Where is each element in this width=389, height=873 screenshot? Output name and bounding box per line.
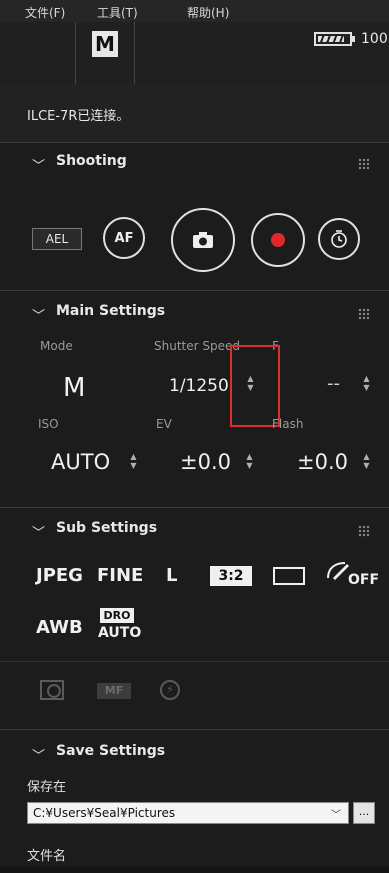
flash-off-text: OFF xyxy=(348,572,380,588)
save-settings-header[interactable]: ﹀ Save Settings xyxy=(0,738,389,774)
main-settings-header[interactable]: ﹀ Main Settings xyxy=(0,298,389,334)
flash-comp-value[interactable]: ±0.0 xyxy=(297,450,348,474)
section-title: Sub Settings xyxy=(56,520,158,536)
shooting-section-header[interactable]: ﹀ Shooting xyxy=(0,148,389,184)
ev-label: EV xyxy=(156,417,172,431)
flash-spin-arrows-icon[interactable]: ▲ ▼ xyxy=(362,452,371,470)
connection-status: ILCE-7R已连接。 xyxy=(27,109,130,124)
section-divider xyxy=(0,507,389,508)
drag-handle-icon[interactable] xyxy=(358,308,370,320)
bottom-edge xyxy=(0,866,389,873)
record-icon xyxy=(271,233,285,247)
menu-tools[interactable]: 工具(T) xyxy=(97,4,138,21)
chevron-down-icon: ﹀ xyxy=(32,749,46,764)
save-location-label: 保存在 xyxy=(27,780,67,795)
aspect-ratio-setting[interactable]: 3:2 xyxy=(210,566,252,586)
drag-handle-icon[interactable] xyxy=(358,158,370,170)
manual-focus-icon: MF xyxy=(97,683,131,699)
sub-settings-header[interactable]: ﹀ Sub Settings xyxy=(0,515,389,551)
record-button[interactable] xyxy=(251,213,305,267)
battery-icon xyxy=(314,32,355,46)
menu-file[interactable]: 文件(F) xyxy=(25,4,65,21)
section-title: Main Settings xyxy=(56,303,166,319)
file-format-setting[interactable]: JPEG xyxy=(36,565,83,586)
chevron-down-icon: ﹀ xyxy=(32,159,46,174)
image-size-setting[interactable]: L xyxy=(166,565,177,586)
menu-bar: 文件(F) 工具(T) 帮助(H) xyxy=(0,0,389,22)
metering-icon xyxy=(40,680,64,700)
shutter-button[interactable] xyxy=(171,208,235,272)
chevron-down-icon: ﹀ xyxy=(32,309,46,324)
chevron-down-icon[interactable]: ﹀ xyxy=(331,806,341,821)
af-button[interactable]: AF xyxy=(103,217,145,259)
drag-handle-icon[interactable] xyxy=(358,525,370,537)
section-divider xyxy=(0,729,389,730)
dro-setting[interactable]: DRO AUTO xyxy=(98,608,142,644)
filename-label: 文件名 xyxy=(27,849,67,864)
section-title: Shooting xyxy=(56,153,127,169)
image-quality-setting[interactable]: FINE xyxy=(97,565,143,586)
iso-value[interactable]: AUTO xyxy=(51,450,110,474)
mode-label: Mode xyxy=(40,339,73,353)
drive-frame-icon[interactable] xyxy=(273,567,305,585)
ael-button[interactable]: AEL xyxy=(32,228,82,250)
flash-label: Flash xyxy=(272,417,304,431)
menu-help[interactable]: 帮助(H) xyxy=(187,4,229,21)
iso-label: ISO xyxy=(38,417,59,431)
row-divider xyxy=(0,661,389,662)
mode-value[interactable]: M xyxy=(63,373,85,403)
flash-mode-icon: ⚡ xyxy=(160,680,180,700)
section-title: Save Settings xyxy=(56,743,166,759)
f-number-value[interactable]: -- xyxy=(327,373,340,394)
ev-spin-arrows-icon[interactable]: ▲ ▼ xyxy=(245,452,254,470)
dro-mode: AUTO xyxy=(98,625,142,641)
ev-value[interactable]: ±0.0 xyxy=(180,450,231,474)
shutter-speed-label: Shutter Speed xyxy=(154,339,240,353)
save-path-dropdown[interactable]: C:¥Users¥Seal¥Pictures xyxy=(27,802,349,824)
fnum-spin-arrows-icon[interactable]: ▲ ▼ xyxy=(362,374,371,392)
connection-panel: ILCE-7R已连接。 xyxy=(0,84,389,143)
highlight-box xyxy=(230,345,280,427)
mode-badge: M xyxy=(92,31,118,57)
camera-icon xyxy=(193,232,213,248)
dro-label: DRO xyxy=(100,608,134,623)
shutter-speed-value[interactable]: 1/1250 xyxy=(169,376,229,396)
section-divider xyxy=(0,290,389,291)
iso-spin-arrows-icon[interactable]: ▲ ▼ xyxy=(129,452,138,470)
white-balance-setting[interactable]: AWB xyxy=(36,617,83,638)
self-timer-button[interactable] xyxy=(318,218,360,260)
self-timer-icon xyxy=(331,230,347,248)
battery-level-fill xyxy=(318,36,344,42)
chevron-down-icon: ﹀ xyxy=(32,526,46,541)
battery-percentage: 100 xyxy=(361,31,388,47)
browse-button[interactable]: ... xyxy=(353,802,375,824)
flash-off-icon[interactable]: OFF xyxy=(325,560,379,590)
